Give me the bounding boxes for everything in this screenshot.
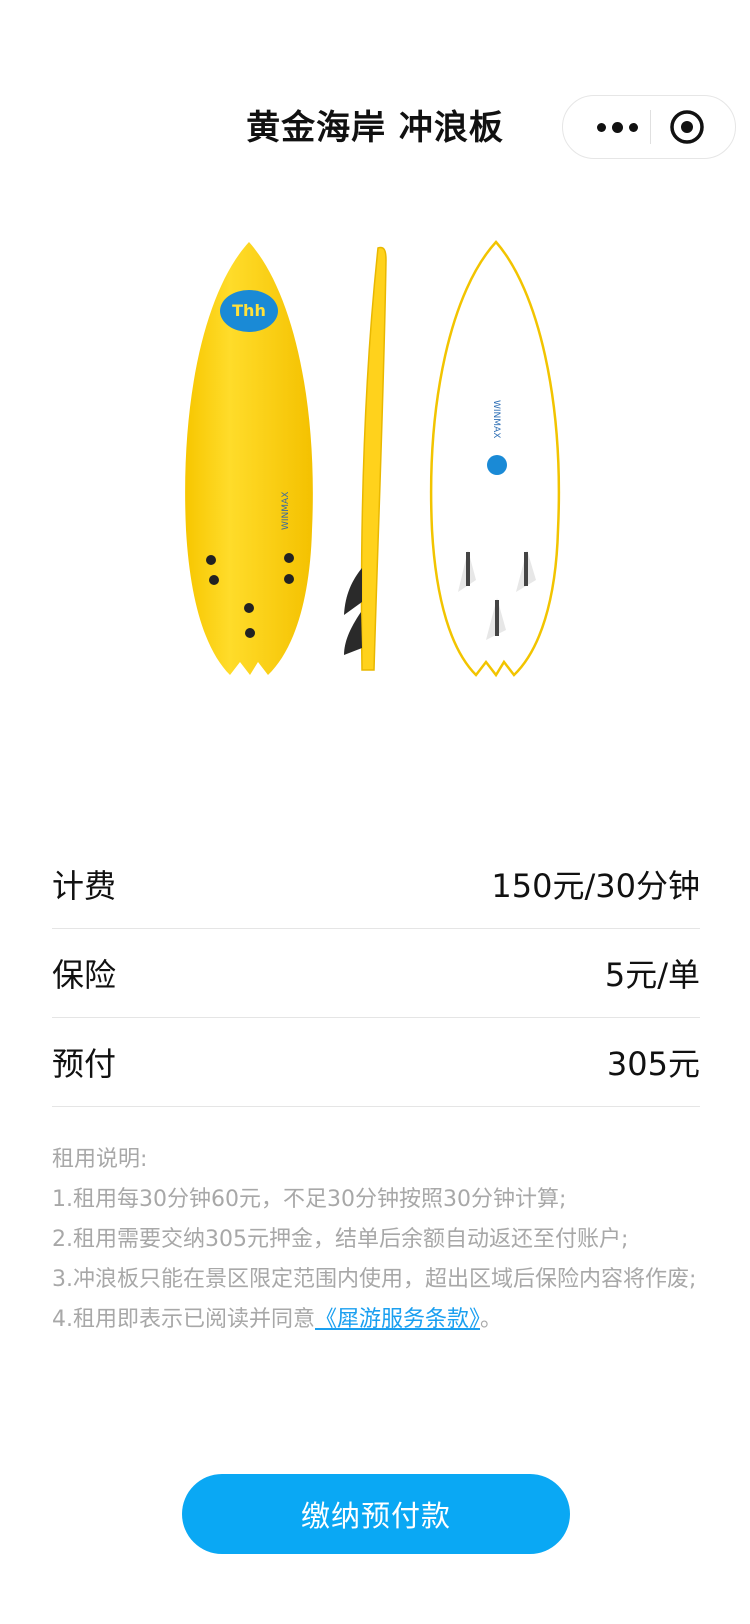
board-bottom-brand-text: WINMAX (491, 400, 501, 438)
pricing-row-insurance: 保险 5元/单 (52, 929, 700, 1018)
pricing-list: 计费 150元/30分钟 保险 5元/单 预付 305元 (52, 840, 700, 1107)
capsule-divider (650, 110, 651, 144)
notes-title: 租用说明: (52, 1147, 148, 1172)
pricing-label: 保险 (52, 956, 117, 994)
board-front-view: Thh WINMAX (185, 242, 313, 675)
pricing-value: 150元/30分钟 (491, 867, 700, 905)
board-bottom-view: WINMAX (429, 240, 561, 678)
pay-deposit-button[interactable]: 缴纳预付款 (182, 1474, 570, 1554)
pricing-label: 预付 (52, 1045, 117, 1083)
notes-line-2: 2.租用需要交纳305元押金，结单后余额自动返还至付账户; (52, 1227, 629, 1252)
product-image: Thh WINMAX WINMAX (0, 230, 750, 710)
notes-line-4-suffix: 。 (480, 1307, 503, 1332)
surfboard-illustration: Thh WINMAX WINMAX (185, 240, 561, 678)
board-brand-text: WINMAX (281, 492, 291, 530)
pricing-value: 305元 (606, 1045, 700, 1083)
more-dots-icon[interactable] (585, 96, 649, 158)
notes-line-1: 1.租用每30分钟60元，不足30分钟按照30分钟计算; (52, 1187, 567, 1212)
pricing-value: 5元/单 (604, 956, 700, 994)
board-side-view (344, 246, 387, 671)
terms-link[interactable]: 《犀游服务条款》 (315, 1307, 480, 1332)
rental-notes: 租用说明: 1.租用每30分钟60元，不足30分钟按照30分钟计算; 2.租用需… (52, 1140, 702, 1340)
board-logo-text: Thh (232, 301, 266, 320)
target-circle-icon[interactable] (669, 109, 705, 145)
pricing-row-prepay: 预付 305元 (52, 1018, 700, 1107)
notes-line-3: 3.冲浪板只能在景区限定范围内使用，超出区域后保险内容将作废; (52, 1267, 697, 1292)
mini-program-capsule (562, 95, 736, 159)
pricing-row-fee: 计费 150元/30分钟 (52, 840, 700, 929)
pricing-label: 计费 (52, 867, 117, 905)
notes-line-4-prefix: 4.租用即表示已阅读并同意 (52, 1307, 315, 1332)
notes-line-4: 4.租用即表示已阅读并同意《犀游服务条款》。 (52, 1300, 702, 1340)
